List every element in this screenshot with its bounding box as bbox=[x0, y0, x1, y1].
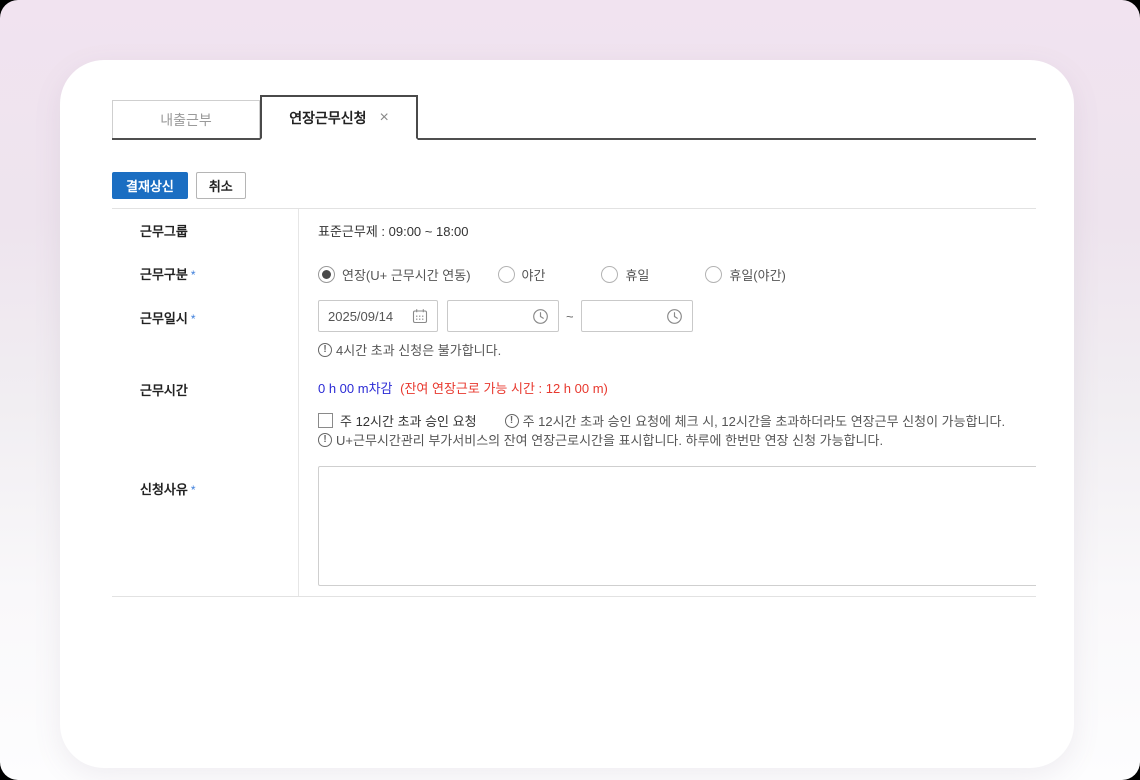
work-group-row: 근무그룹 표준근무제 : 09:00 ~ 18:00 bbox=[112, 209, 1036, 253]
submit-approval-button[interactable]: 결재상신 bbox=[112, 172, 188, 199]
work-datetime-label: 근무일시 bbox=[140, 311, 188, 326]
clock-icon bbox=[666, 308, 683, 325]
radio-option-holiday[interactable]: 휴일 bbox=[601, 265, 649, 284]
cancel-button[interactable]: 취소 bbox=[196, 172, 246, 199]
overtime-request-form: 근무그룹 표준근무제 : 09:00 ~ 18:00 근무구분* 연장(U+ 근… bbox=[112, 208, 1036, 597]
radio-option-label: 휴일(야간) bbox=[729, 265, 786, 284]
tab-strip: 내출근부 연장근무신청 × bbox=[112, 95, 1036, 140]
calendar-icon bbox=[412, 308, 428, 324]
required-mark: * bbox=[191, 483, 196, 497]
required-mark: * bbox=[191, 312, 196, 326]
radio-option-night[interactable]: 야간 bbox=[498, 265, 546, 284]
work-group-value: 표준근무제 : 09:00 ~ 18:00 bbox=[318, 224, 469, 239]
radio-option-extended[interactable]: 연장(U+ 근무시간 연동) bbox=[318, 265, 471, 284]
work-type-row: 근무구분* 연장(U+ 근무시간 연동) 야간 bbox=[112, 253, 1036, 295]
reason-row: 신청사유* bbox=[112, 460, 1036, 597]
date-value: 2025/09/14 bbox=[328, 309, 393, 324]
over-12h-notice-line: ! 주 12시간 초과 승인 요청에 체크 시, 12시간을 초과하더라도 연장… bbox=[505, 411, 1006, 430]
work-time-label: 근무시간 bbox=[140, 383, 188, 398]
tab-attendance-label: 내출근부 bbox=[160, 110, 212, 130]
radio-unselected-icon bbox=[705, 266, 722, 283]
over-12h-checkbox-label: 주 12시간 초과 승인 요청 bbox=[340, 411, 477, 430]
tab-attendance[interactable]: 내출근부 bbox=[112, 100, 260, 138]
work-group-label: 근무그룹 bbox=[140, 224, 188, 239]
over-12h-notice: 주 12시간 초과 승인 요청에 체크 시, 12시간을 초과하더라도 연장근무… bbox=[523, 411, 1006, 430]
info-icon: ! bbox=[318, 343, 332, 357]
time-to-input[interactable] bbox=[581, 300, 693, 332]
radio-option-holiday-night[interactable]: 휴일(야간) bbox=[705, 265, 786, 284]
tab-overtime-request[interactable]: 연장근무신청 × bbox=[260, 95, 418, 140]
work-datetime-row: 근무일시* 2025/09/14 bbox=[112, 295, 1036, 366]
max-hours-notice: 4시간 초과 신청은 불가합니다. bbox=[336, 340, 501, 359]
radio-unselected-icon bbox=[601, 266, 618, 283]
radio-option-label: 연장(U+ 근무시간 연동) bbox=[342, 265, 471, 284]
work-type-radio-group: 연장(U+ 근무시간 연동) 야간 휴일 휴일(야간) bbox=[318, 265, 1036, 284]
label-content-divider bbox=[298, 209, 299, 596]
info-icon: ! bbox=[318, 433, 332, 447]
radio-option-label: 휴일 bbox=[625, 265, 649, 284]
deduction-time-text: 0 h 00 m차감 bbox=[318, 381, 393, 396]
time-range-separator: ~ bbox=[566, 309, 574, 324]
required-mark: * bbox=[191, 268, 196, 282]
checkbox-icon bbox=[318, 413, 333, 428]
service-notice-line: ! U+근무시간관리 부가서비스의 잔여 연장근로시간을 표시합니다. 하루에 … bbox=[318, 430, 1036, 449]
close-icon[interactable]: × bbox=[379, 110, 388, 126]
remaining-time-text: (잔여 연장근로 가능 시간 : 12 h 00 m) bbox=[400, 381, 608, 396]
service-notice: U+근무시간관리 부가서비스의 잔여 연장근로시간을 표시합니다. 하루에 한번… bbox=[336, 430, 883, 449]
info-icon: ! bbox=[505, 414, 519, 428]
radio-option-label: 야간 bbox=[522, 265, 546, 284]
main-panel: 내출근부 연장근무신청 × 결재상신 취소 근무그룹 표준근무제 : 09:00… bbox=[60, 60, 1074, 768]
reason-label: 신청사유 bbox=[140, 482, 188, 497]
reason-textarea[interactable] bbox=[318, 466, 1036, 586]
clock-icon bbox=[532, 308, 549, 325]
over-12h-approval-checkbox[interactable]: 주 12시간 초과 승인 요청 bbox=[318, 411, 477, 430]
radio-selected-icon bbox=[318, 266, 335, 283]
work-time-row: 근무시간 0 h 00 m차감 (잔여 연장근로 가능 시간 : 12 h 00… bbox=[112, 366, 1036, 460]
radio-unselected-icon bbox=[498, 266, 515, 283]
time-from-input[interactable] bbox=[447, 300, 559, 332]
tab-overtime-label: 연장근무신청 bbox=[289, 108, 366, 128]
work-type-label: 근무구분 bbox=[140, 267, 188, 282]
date-input[interactable]: 2025/09/14 bbox=[318, 300, 438, 332]
toolbar: 결재상신 취소 bbox=[112, 172, 1036, 199]
